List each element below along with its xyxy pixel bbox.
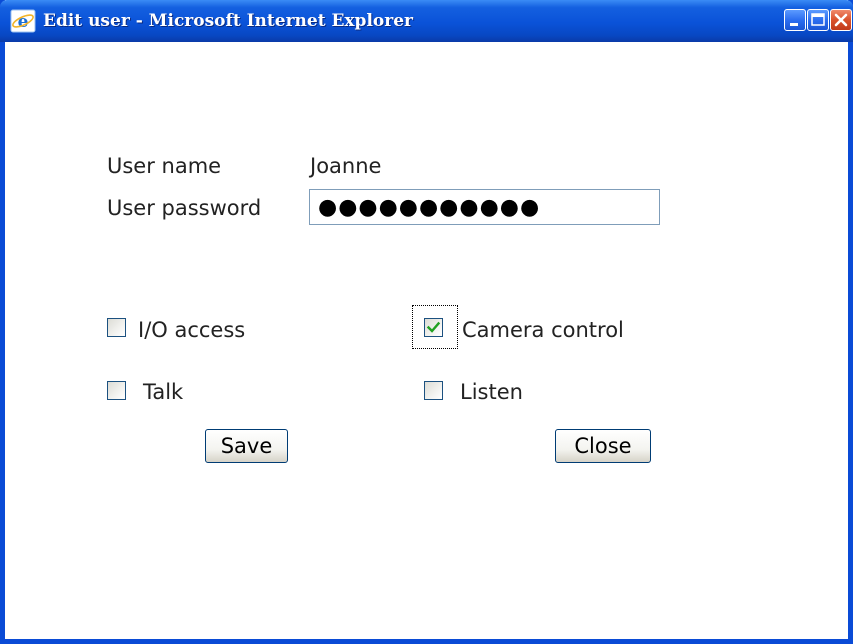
password-input[interactable]	[309, 189, 660, 225]
edit-user-window: e Edit user - Microsoft Internet Explore…	[0, 0, 853, 644]
io-access-checkbox[interactable]	[107, 318, 126, 337]
save-button[interactable]: Save	[205, 429, 288, 463]
talk-checkbox[interactable]	[107, 381, 126, 400]
ie-icon: e	[10, 9, 36, 33]
camera-control-label: Camera control	[462, 318, 624, 342]
listen-checkbox[interactable]	[424, 381, 443, 400]
window-title: Edit user - Microsoft Internet Explorer	[43, 11, 413, 31]
minimize-button[interactable]	[784, 9, 806, 31]
listen-label: Listen	[460, 380, 523, 404]
title-bar[interactable]: e Edit user - Microsoft Internet Explore…	[0, 0, 853, 42]
talk-label: Talk	[143, 380, 184, 404]
maximize-button[interactable]	[807, 9, 829, 31]
close-icon	[834, 13, 848, 27]
checkmark-icon	[426, 321, 441, 333]
minimize-icon	[790, 23, 798, 26]
user-password-label: User password	[107, 196, 262, 220]
io-access-label: I/O access	[138, 318, 246, 342]
user-name-value: Joanne	[310, 154, 382, 178]
close-window-button[interactable]	[830, 9, 852, 31]
dialog-content: User name Joanne User password I/O acces…	[5, 42, 848, 639]
user-name-label: User name	[107, 154, 222, 178]
close-button[interactable]: Close	[555, 429, 651, 463]
camera-control-checkbox[interactable]	[424, 318, 443, 337]
maximize-icon	[811, 13, 825, 26]
